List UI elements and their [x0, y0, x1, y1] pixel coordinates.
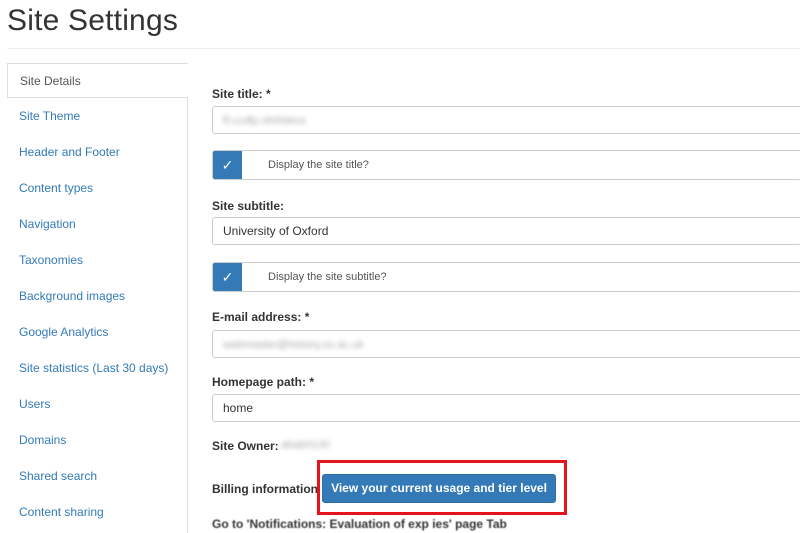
site-subtitle-label: Site subtitle: [212, 199, 285, 213]
display-title-label: Display the site title? [268, 159, 369, 171]
sidebar-item-google-analytics[interactable]: Google Analytics [7, 315, 187, 350]
homepage-path-value: home [223, 401, 254, 415]
display-subtitle-row: ✓ Display the site subtitle? [212, 262, 800, 292]
sidebar-item-background-images[interactable]: Background images [7, 279, 187, 314]
sidebar-item-users[interactable]: Users [7, 387, 187, 422]
site-owner-value: abab0130 [281, 439, 330, 451]
display-title-checkbox[interactable]: ✓ [213, 151, 242, 179]
email-label: E-mail address: * [212, 310, 310, 324]
display-subtitle-label: Display the site subtitle? [268, 271, 387, 283]
checkmark-icon: ✓ [221, 269, 234, 285]
display-title-row: ✓ Display the site title? [212, 150, 800, 180]
homepage-path-input[interactable]: home [212, 394, 800, 422]
page-title: Site Settings [7, 4, 179, 37]
title-divider [7, 48, 800, 49]
sidebar-item-navigation[interactable]: Navigation [7, 207, 187, 242]
site-subtitle-input[interactable]: University of Oxford [212, 217, 800, 245]
sidebar-item-domains[interactable]: Domains [7, 423, 187, 458]
site-owner-label: Site Owner: [212, 439, 279, 453]
sidebar-item-content-sharing[interactable]: Content sharing [7, 495, 187, 530]
homepage-path-label: Homepage path: * [212, 375, 315, 389]
sidebar-item-site-theme[interactable]: Site Theme [7, 99, 187, 134]
display-subtitle-checkbox[interactable]: ✓ [213, 263, 242, 291]
sidebar-item-shared-search[interactable]: Shared search [7, 459, 187, 494]
sidebar-item-site-details[interactable]: Site Details [7, 63, 188, 98]
billing-information-label: Billing information [212, 482, 318, 496]
view-usage-tier-button[interactable]: View your current usage and tier level [322, 474, 556, 503]
settings-sidebar: Site Details Site Theme Header and Foote… [7, 63, 188, 533]
email-value: webmaster@history.ox.ac.uk [223, 339, 364, 351]
sidebar-item-content-types[interactable]: Content types [7, 171, 187, 206]
checkmark-icon: ✓ [221, 157, 234, 173]
sidebar-item-header-footer[interactable]: Header and Footer [7, 135, 187, 170]
site-subtitle-value: University of Oxford [223, 224, 329, 238]
email-input[interactable]: webmaster@history.ox.ac.uk [212, 330, 800, 358]
site-title-input[interactable]: ff.ccdfp.ofrthbkss [212, 106, 800, 134]
sidebar-item-site-statistics[interactable]: Site statistics (Last 30 days) [7, 351, 187, 386]
next-section-label: Go to 'Notifications: Evaluation of exp … [212, 517, 507, 531]
site-title-value: ff.ccdfp.ofrthbkss [223, 115, 306, 127]
site-title-label: Site title: * [212, 87, 271, 101]
sidebar-item-taxonomies[interactable]: Taxonomies [7, 243, 187, 278]
